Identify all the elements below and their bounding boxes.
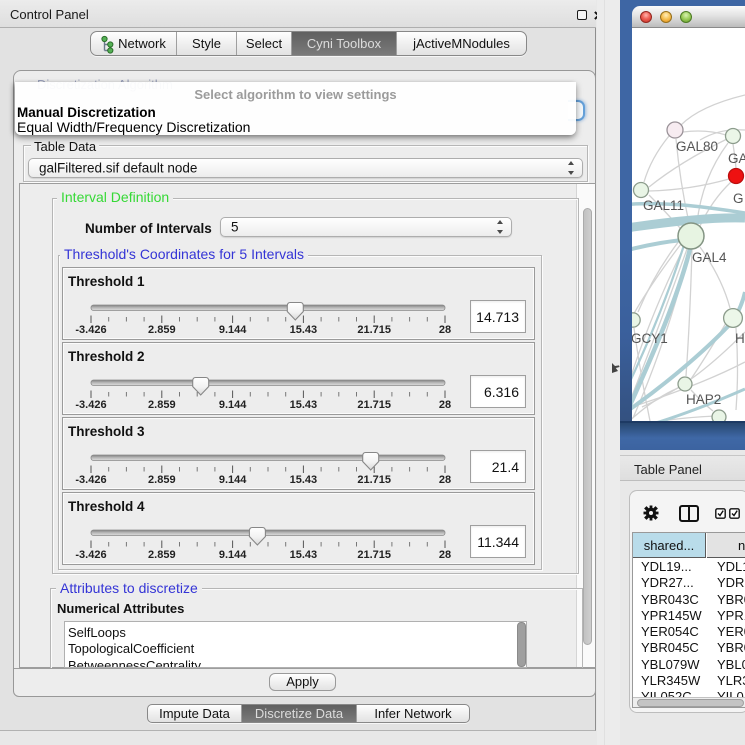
- svg-text:28: 28: [439, 474, 451, 486]
- svg-text:15.43: 15.43: [290, 474, 318, 486]
- svg-text:15.43: 15.43: [290, 549, 318, 561]
- svg-text:GA: GA: [728, 151, 745, 166]
- svg-text:21.715: 21.715: [357, 549, 391, 561]
- svg-text:21.715: 21.715: [357, 474, 391, 486]
- svg-text:2.859: 2.859: [148, 549, 176, 561]
- svg-text:-3.426: -3.426: [75, 549, 106, 561]
- svg-text:21.715: 21.715: [357, 324, 391, 336]
- svg-text:G: G: [733, 191, 744, 206]
- svg-text:GCY1: GCY1: [632, 331, 668, 346]
- svg-text:28: 28: [439, 399, 451, 411]
- svg-text:GAL80: GAL80: [676, 139, 718, 154]
- svg-text:HAP2: HAP2: [686, 392, 721, 407]
- svg-text:28: 28: [439, 549, 451, 561]
- svg-text:15.43: 15.43: [290, 399, 318, 411]
- svg-text:15.43: 15.43: [290, 324, 318, 336]
- svg-text:-3.426: -3.426: [75, 324, 106, 336]
- svg-text:-3.426: -3.426: [75, 474, 106, 486]
- svg-text:9.144: 9.144: [219, 549, 247, 561]
- svg-text:H: H: [735, 331, 745, 346]
- svg-text:28: 28: [439, 324, 451, 336]
- svg-text:2.859: 2.859: [148, 399, 176, 411]
- svg-text:2.859: 2.859: [148, 324, 176, 336]
- svg-text:GAL4: GAL4: [692, 250, 727, 265]
- svg-text:9.144: 9.144: [219, 474, 247, 486]
- svg-text:2.859: 2.859: [148, 474, 176, 486]
- svg-text:9.144: 9.144: [219, 324, 247, 336]
- svg-text:21.715: 21.715: [357, 399, 391, 411]
- svg-text:9.144: 9.144: [219, 399, 247, 411]
- svg-text:GAL11: GAL11: [643, 198, 684, 213]
- svg-text:-3.426: -3.426: [75, 399, 106, 411]
